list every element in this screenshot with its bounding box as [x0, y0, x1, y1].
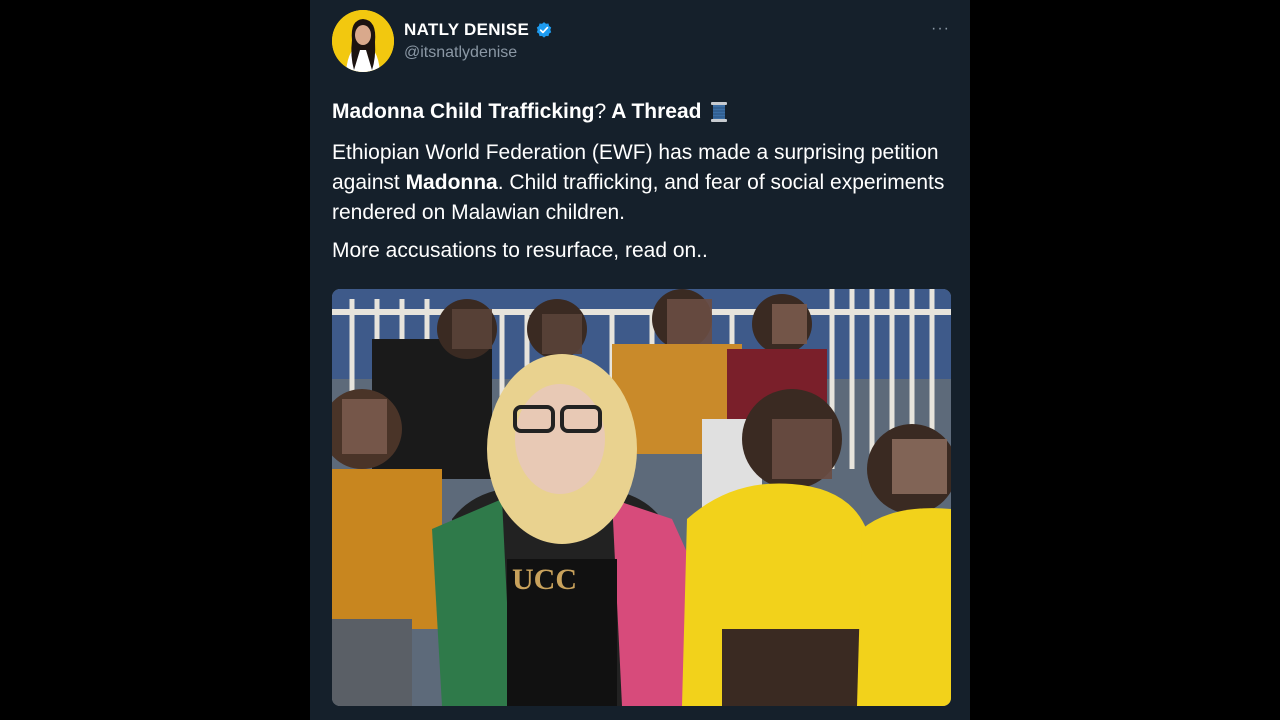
author-name[interactable]: NATLY DENISE: [404, 20, 529, 40]
title-question-mark: ?: [594, 100, 607, 123]
tweet-body-continued: More accusations to resurface, read on..: [332, 239, 708, 262]
verified-badge-icon: [536, 22, 552, 38]
svg-text:UCC: UCC: [512, 563, 577, 596]
title-thread-text: A Thread: [606, 100, 702, 123]
body-bold-name: Madonna: [405, 171, 498, 194]
avatar[interactable]: [332, 10, 394, 72]
tweet-body: Ethiopian World Federation (EWF) has mad…: [332, 138, 962, 228]
spool-icon: [710, 102, 727, 122]
author-handle[interactable]: @itsnatlydenise: [404, 44, 517, 62]
tweet-title: Madonna Child Trafficking ? A Thread: [332, 100, 728, 124]
top-more-icon[interactable]: ···: [586, 0, 607, 6]
tweet-card: ··· NATLY DENISE @itsnatlydenise ··· Mad…: [310, 0, 970, 720]
more-horizontal-icon[interactable]: ···: [931, 20, 950, 38]
title-text-bold: Madonna Child Trafficking: [332, 100, 595, 123]
author-row: NATLY DENISE: [404, 20, 553, 40]
tweet-photo[interactable]: UCC: [332, 289, 951, 706]
